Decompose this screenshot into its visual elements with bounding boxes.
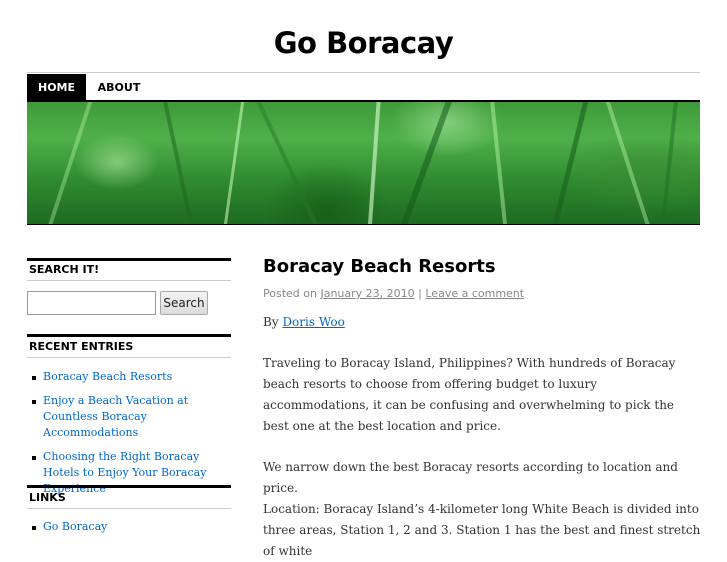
title-divider bbox=[27, 72, 700, 73]
bullet-icon bbox=[32, 400, 36, 404]
link-item-label[interactable]: Go Boracay bbox=[43, 520, 107, 533]
links-widget-bar bbox=[27, 485, 231, 488]
post-paragraph: Traveling to Boracay Island, Philippines… bbox=[263, 356, 676, 433]
bullet-icon bbox=[32, 376, 36, 380]
link-item[interactable]: Go Boracay bbox=[27, 519, 231, 535]
post-meta: Posted on January 23, 2010 | Leave a com… bbox=[263, 287, 524, 300]
recent-entry-link[interactable]: Enjoy a Beach Vacation at Countless Bora… bbox=[43, 394, 188, 439]
search-widget-title: SEARCH IT! bbox=[29, 263, 100, 276]
recent-widget-title: RECENT ENTRIES bbox=[29, 340, 134, 353]
nav-item-about[interactable]: ABOUT bbox=[86, 74, 152, 100]
post-byline: By Doris Woo bbox=[263, 315, 345, 329]
bullet-icon bbox=[32, 456, 36, 460]
main-nav: HOME ABOUT bbox=[27, 74, 700, 100]
post-paragraph: Location: Boracay Island’s 4-kilometer l… bbox=[263, 502, 701, 558]
post-date-link[interactable]: January 23, 2010 bbox=[320, 287, 414, 300]
header-image bbox=[27, 102, 700, 224]
search-input[interactable] bbox=[27, 291, 156, 315]
recent-widget-bar bbox=[27, 334, 231, 337]
recent-entry-link[interactable]: Boracay Beach Resorts bbox=[43, 370, 172, 383]
byline-prefix: By bbox=[263, 315, 279, 329]
author-link[interactable]: Doris Woo bbox=[282, 315, 344, 329]
search-button[interactable]: Search bbox=[160, 291, 208, 315]
post-title[interactable]: Boracay Beach Resorts bbox=[263, 256, 496, 277]
recent-entry[interactable]: Choosing the Right Boracay Hotels to Enj… bbox=[27, 449, 231, 497]
links-list: Go Boracay bbox=[27, 519, 231, 543]
search-widget-bar bbox=[27, 258, 231, 261]
recent-widget-underline bbox=[27, 357, 231, 358]
nav-item-home[interactable]: HOME bbox=[27, 74, 86, 100]
post-meta-prefix: Posted on bbox=[263, 287, 317, 300]
bullet-icon bbox=[32, 526, 36, 530]
site-title[interactable]: Go Boracay bbox=[0, 26, 727, 60]
recent-entry-link[interactable]: Choosing the Right Boracay Hotels to Enj… bbox=[43, 450, 206, 495]
recent-entry[interactable]: Boracay Beach Resorts bbox=[27, 369, 231, 385]
leave-comment-link[interactable]: Leave a comment bbox=[425, 287, 524, 300]
post-meta-separator: | bbox=[418, 287, 422, 300]
post-paragraph: We narrow down the best Boracay resorts … bbox=[263, 460, 678, 495]
header-divider bbox=[27, 224, 700, 225]
search-widget-underline bbox=[27, 280, 231, 281]
recent-entry[interactable]: Enjoy a Beach Vacation at Countless Bora… bbox=[27, 393, 231, 441]
links-widget-title: LINKS bbox=[29, 491, 66, 504]
links-widget-underline bbox=[27, 508, 231, 509]
